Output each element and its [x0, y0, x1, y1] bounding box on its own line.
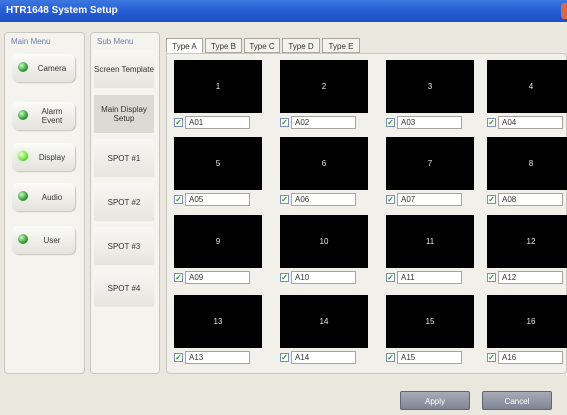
slot-checkbox[interactable]: ✓	[386, 118, 395, 127]
channel-preview[interactable]: 13	[174, 295, 262, 348]
slot-name-field[interactable]: A11	[397, 271, 462, 284]
sub-menu-item-spot-4[interactable]: SPOT #4	[94, 269, 154, 307]
slot-name-field[interactable]: A10	[291, 271, 356, 284]
channel-preview[interactable]: 14	[280, 295, 368, 348]
slot-checkbox[interactable]: ✓	[280, 353, 289, 362]
slot-checkbox[interactable]: ✓	[386, 353, 395, 362]
channel-preview[interactable]: 1	[174, 60, 262, 113]
channel-preview[interactable]: 4	[487, 60, 567, 113]
cancel-button[interactable]: Cancel	[482, 391, 552, 410]
tab-type-a[interactable]: Type A	[166, 38, 203, 53]
main-menu-item-display[interactable]: Display	[12, 143, 75, 171]
channel-preview[interactable]: 12	[487, 215, 567, 268]
slot-checkbox[interactable]: ✓	[280, 273, 289, 282]
channel-preview[interactable]: 11	[386, 215, 474, 268]
slot-name-field[interactable]: A13	[185, 351, 250, 364]
channel-preview[interactable]: 2	[280, 60, 368, 113]
slot-name-field[interactable]: A06	[291, 193, 356, 206]
slot-checkbox[interactable]: ✓	[280, 195, 289, 204]
tab-type-c[interactable]: Type C	[244, 38, 280, 53]
main-menu-item-audio[interactable]: Audio	[12, 183, 75, 211]
main-menu-header: Main Menu	[11, 37, 51, 46]
slot-name-field[interactable]: A04	[498, 116, 563, 129]
slot-checkbox[interactable]: ✓	[386, 195, 395, 204]
slot-checkbox[interactable]: ✓	[487, 273, 496, 282]
channel-preview[interactable]: 7	[386, 137, 474, 190]
main-menu-item-user[interactable]: User	[12, 226, 75, 254]
slot-name-field[interactable]: A12	[498, 271, 563, 284]
sub-menu-item-main-display-setup[interactable]: Main Display Setup	[94, 95, 154, 133]
slot-checkbox[interactable]: ✓	[487, 353, 496, 362]
status-led-icon	[18, 151, 28, 161]
slot-name-field[interactable]: A08	[498, 193, 563, 206]
main-menu-item-camera[interactable]: Camera	[12, 54, 75, 82]
main-menu-item-label: Audio	[41, 192, 63, 202]
sub-menu-item-spot-3[interactable]: SPOT #3	[94, 227, 154, 265]
status-led-icon	[18, 62, 28, 72]
main-menu-panel: Main Menu Camera Alarm Event Display Aud…	[4, 32, 85, 374]
slot-name-field[interactable]: A16	[498, 351, 563, 364]
slot-name-field[interactable]: A01	[185, 116, 250, 129]
tab-type-d[interactable]: Type D	[282, 38, 320, 53]
slot-checkbox[interactable]: ✓	[174, 195, 183, 204]
setup-window: HTR1648 System Setup Main Menu Camera Al…	[0, 0, 567, 415]
slot-name-field[interactable]: A07	[397, 193, 462, 206]
channel-preview[interactable]: 15	[386, 295, 474, 348]
sub-menu-header: Sub Menu	[97, 37, 134, 46]
channel-preview[interactable]: 5	[174, 137, 262, 190]
window-title: HTR1648 System Setup	[6, 5, 118, 16]
slot-checkbox[interactable]: ✓	[174, 273, 183, 282]
sub-menu-panel: Sub Menu Screen Template Main Display Se…	[90, 32, 160, 374]
title-bar[interactable]: HTR1648 System Setup	[0, 0, 567, 22]
main-menu-item-label: User	[43, 235, 61, 245]
channel-preview[interactable]: 16	[487, 295, 567, 348]
tab-type-b[interactable]: Type B	[205, 38, 242, 53]
slot-checkbox[interactable]: ✓	[280, 118, 289, 127]
status-led-icon	[18, 110, 28, 120]
main-menu-item-alarm-event[interactable]: Alarm Event	[12, 102, 75, 130]
slot-name-field[interactable]: A14	[291, 351, 356, 364]
channel-preview[interactable]: 9	[174, 215, 262, 268]
sub-menu-item-spot-1[interactable]: SPOT #1	[94, 139, 154, 177]
channel-preview[interactable]: 6	[280, 137, 368, 190]
slot-checkbox[interactable]: ✓	[174, 118, 183, 127]
main-menu-item-label: Display	[38, 152, 66, 162]
channel-preview[interactable]: 8	[487, 137, 567, 190]
slot-name-field[interactable]: A05	[185, 193, 250, 206]
slot-name-field[interactable]: A09	[185, 271, 250, 284]
sub-menu-item-spot-2[interactable]: SPOT #2	[94, 183, 154, 221]
apply-button[interactable]: Apply	[400, 391, 470, 410]
slot-checkbox[interactable]: ✓	[487, 195, 496, 204]
main-menu-item-label: Camera	[37, 63, 67, 73]
channel-preview[interactable]: 10	[280, 215, 368, 268]
slot-checkbox[interactable]: ✓	[386, 273, 395, 282]
close-icon[interactable]	[561, 3, 567, 19]
slot-name-field[interactable]: A02	[291, 116, 356, 129]
status-led-icon	[18, 234, 28, 244]
channel-preview[interactable]: 3	[386, 60, 474, 113]
slot-name-field[interactable]: A15	[397, 351, 462, 364]
status-led-icon	[18, 191, 28, 201]
tab-type-e[interactable]: Type E	[322, 38, 360, 53]
main-menu-item-label: Alarm Event	[41, 107, 63, 125]
slot-name-field[interactable]: A03	[397, 116, 462, 129]
sub-menu-item-screen-template[interactable]: Screen Template	[94, 50, 154, 88]
slot-checkbox[interactable]: ✓	[487, 118, 496, 127]
slot-checkbox[interactable]: ✓	[174, 353, 183, 362]
